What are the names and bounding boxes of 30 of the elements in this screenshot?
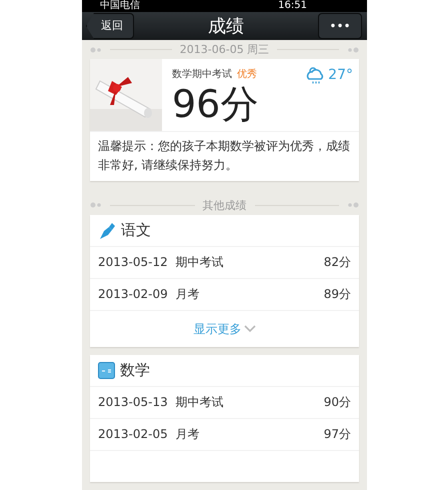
exam-entry: 2013-02-09 月考	[98, 286, 200, 303]
exam-entry: 2013-05-13 期中考试	[98, 394, 224, 411]
back-button[interactable]: 返回	[86, 12, 134, 39]
exam-score: 82分	[324, 254, 351, 271]
exam-name: 数学期中考试	[172, 68, 232, 82]
exam-score: 97分	[324, 426, 351, 443]
pen-icon	[98, 222, 116, 240]
carrier-label: 中国电信	[100, 0, 140, 12]
board-icon	[98, 362, 115, 379]
tip-text: 温馨提示：您的孩子本期数学被评为优秀，成绩非常好, 请继续保持努力。	[97, 138, 351, 174]
exam-score: 89分	[324, 286, 351, 303]
dots-icon	[90, 202, 102, 208]
score-value: 96分	[172, 81, 260, 128]
temperature-label: 27°	[328, 67, 353, 84]
time-label: 16:51	[278, 0, 307, 12]
subject-title: 语文	[121, 221, 151, 240]
exam-entry: 2013-02-05 月考	[98, 426, 200, 443]
subject-title: 数学	[120, 361, 150, 380]
exam-score: 90分	[324, 394, 351, 411]
weather-icon	[305, 65, 326, 86]
dots-icon	[347, 202, 359, 208]
exam-entry: 2013-05-12 期中考试	[98, 254, 224, 271]
dots-icon	[90, 46, 102, 53]
page-title: 成绩	[208, 14, 244, 38]
rating-label: 优秀	[237, 68, 257, 82]
dots-icon	[347, 46, 359, 53]
more-button[interactable]: •••	[318, 12, 362, 39]
divider-label: 2013-06-05 周三	[180, 42, 270, 58]
chevron-down-icon	[244, 325, 256, 333]
divider-label: 其他成绩	[202, 198, 246, 213]
